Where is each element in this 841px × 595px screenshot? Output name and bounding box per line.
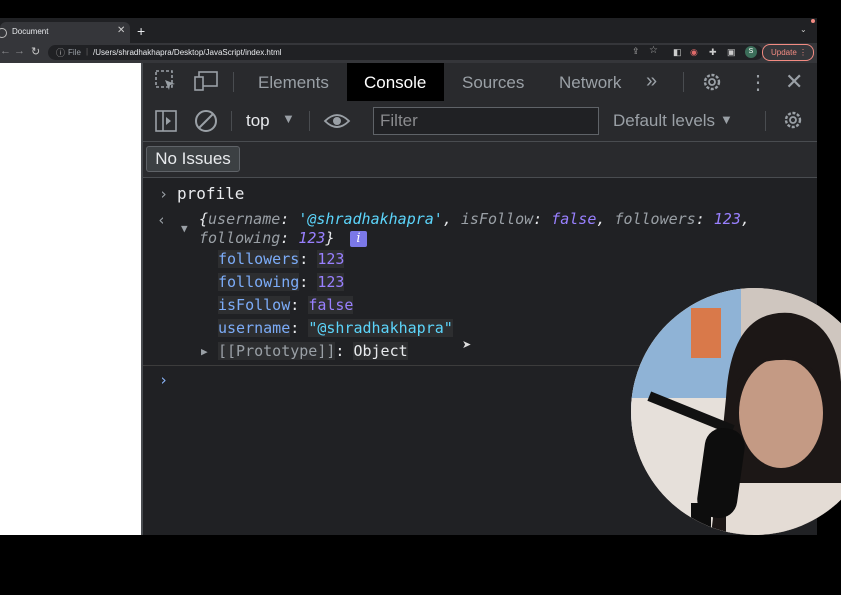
new-tab-icon[interactable]: + <box>137 23 145 39</box>
extension-icon[interactable]: ◧ <box>673 47 682 58</box>
prototype-row[interactable]: [[Prototype]]: Object <box>218 342 408 360</box>
mouse-cursor-icon: ➤ <box>462 339 472 351</box>
prototype-value: Object <box>353 342 408 360</box>
letterbox-bottom <box>0 535 841 595</box>
info-icon[interactable]: i <box>350 231 367 247</box>
property-key: username <box>218 319 291 337</box>
issues-button[interactable]: No Issues <box>146 146 240 172</box>
tab-sources[interactable]: Sources <box>462 73 524 93</box>
url-text[interactable]: /Users/shradhakhapra/Desktop/JavaScript/… <box>93 48 282 57</box>
omnibox[interactable]: ⓘ File | /Users/shradhakhapra/Desktop/Ja… <box>48 45 763 60</box>
reload-icon[interactable]: ↻ <box>31 45 40 58</box>
extension-record-icon[interactable]: ◉ <box>690 47 698 58</box>
summary-value: false <box>551 210 597 228</box>
property-row: following: 123 <box>218 273 345 291</box>
more-tabs-icon[interactable]: » <box>646 70 657 93</box>
console-settings-icon[interactable] <box>782 109 804 136</box>
input-prompt-icon: › <box>159 185 169 203</box>
context-chevron-icon[interactable]: ▼ <box>282 111 295 126</box>
summary-value: 123 <box>713 210 741 228</box>
prototype-key: [[Prototype]] <box>218 342 336 360</box>
tab-console[interactable]: Console <box>347 63 444 101</box>
property-value: 123 <box>317 250 345 268</box>
update-label: Update <box>771 48 797 57</box>
clear-icon[interactable] <box>194 109 218 138</box>
sidebar-icon[interactable] <box>155 110 177 137</box>
summary-value: '@shradhakhapra' <box>298 210 443 228</box>
property-key: followers <box>218 250 300 268</box>
kebab-menu-icon: ⋮ <box>799 48 807 57</box>
inspect-icon[interactable] <box>155 70 177 97</box>
device-toolbar-icon[interactable] <box>194 71 218 96</box>
recording-dot-icon <box>811 19 815 23</box>
tab-search-icon[interactable]: ⌄ <box>800 25 807 34</box>
toolbar-divider <box>233 72 234 92</box>
site-info-icon[interactable]: ⓘ <box>56 46 65 59</box>
bookmark-star-icon[interactable]: ☆ <box>649 45 658 56</box>
tab-title: Document <box>12 27 49 36</box>
log-levels-dropdown[interactable]: Default levels <box>613 111 715 131</box>
filter-input[interactable] <box>374 108 598 134</box>
browser-tab[interactable]: Document ✕ <box>0 22 130 43</box>
summary-value: 123 <box>298 229 326 247</box>
property-row: isFollow: false <box>218 296 354 314</box>
close-tab-icon[interactable]: ✕ <box>117 25 125 36</box>
result-arrow-icon: ‹ <box>157 211 167 229</box>
toolbar-divider <box>683 72 684 92</box>
tab-network[interactable]: Network <box>559 73 621 93</box>
eye-icon[interactable] <box>323 111 351 136</box>
property-row: followers: 123 <box>218 250 345 268</box>
summary-key: isFollow <box>460 210 534 228</box>
share-icon[interactable]: ⇪ <box>632 46 640 57</box>
filter-box[interactable] <box>373 107 599 135</box>
summary-key: username <box>208 210 281 228</box>
url-scheme: File <box>68 48 81 57</box>
object-summary[interactable]: {username: '@shradhakhapra', isFollow: f… <box>199 210 750 228</box>
toolbar-divider <box>309 111 310 131</box>
extensions-puzzle-icon[interactable]: ✚ <box>709 47 717 58</box>
expand-triangle-icon[interactable]: ▼ <box>181 222 188 235</box>
property-value: 123 <box>317 273 345 291</box>
property-value: "@shradhakhapra" <box>308 319 453 337</box>
tab-elements[interactable]: Elements <box>258 73 329 93</box>
issues-bar <box>143 142 817 178</box>
forward-icon[interactable]: → <box>14 45 25 57</box>
prompt-caret-icon[interactable]: › <box>159 371 168 389</box>
object-summary-cont: following: 123} <box>199 229 335 247</box>
console-input-echo: profile <box>177 184 245 203</box>
toolbar-divider <box>231 111 232 131</box>
page-viewport <box>0 63 141 535</box>
toolbar-divider <box>765 111 766 131</box>
profile-avatar[interactable]: S <box>745 46 757 58</box>
summary-key: followers <box>614 210 696 228</box>
summary-key: following <box>199 229 281 247</box>
favicon-icon <box>0 28 7 38</box>
close-icon[interactable]: ✕ <box>785 69 803 95</box>
settings-icon[interactable] <box>701 71 723 98</box>
expand-triangle-icon[interactable]: ▶ <box>201 345 208 358</box>
update-button[interactable]: Update ⋮ <box>762 44 814 61</box>
context-selector[interactable]: top <box>246 111 270 131</box>
tab-console-label: Console <box>364 73 427 92</box>
levels-chevron-icon[interactable]: ▼ <box>720 112 733 127</box>
property-row: username: "@shradhakhapra" <box>218 319 453 337</box>
property-key: following <box>218 273 300 291</box>
back-icon[interactable]: ← <box>0 45 11 57</box>
kebab-icon[interactable]: ⋮ <box>748 70 768 95</box>
property-value: false <box>308 296 354 314</box>
side-panel-icon[interactable]: ▣ <box>727 47 736 58</box>
url-separator: | <box>86 47 89 56</box>
property-key: isFollow <box>218 296 291 314</box>
